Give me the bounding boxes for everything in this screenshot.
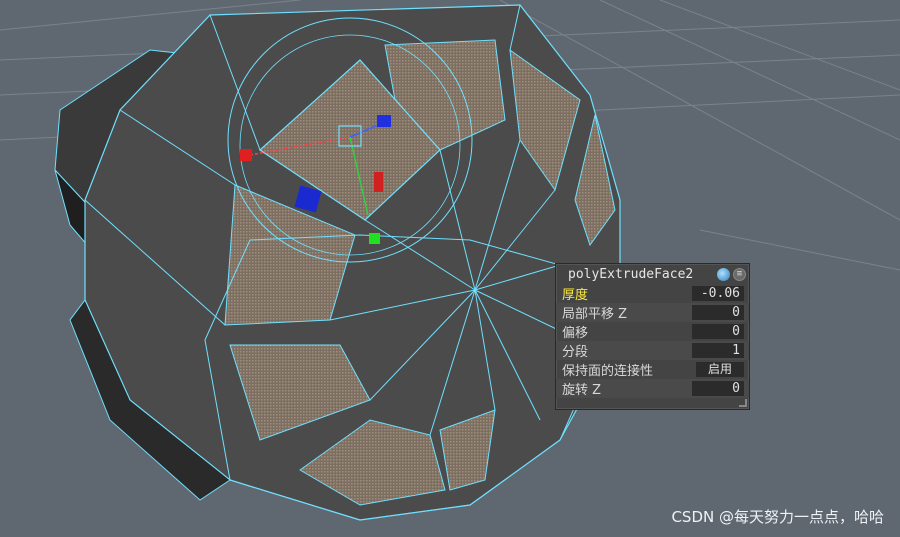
node-icon[interactable] <box>717 267 730 281</box>
attr-label: 保持面的连接性 <box>562 364 654 379</box>
3d-viewport[interactable] <box>0 0 900 537</box>
resize-grip[interactable] <box>739 399 747 407</box>
attr-value-field[interactable]: 1 <box>692 343 744 358</box>
attr-value-field[interactable]: -0.06 <box>692 286 744 301</box>
attr-value-field[interactable]: 0 <box>692 381 744 396</box>
z-axis-handle[interactable] <box>377 115 391 127</box>
panel-header: polyExtrudeFace2 ≡ <box>556 264 749 284</box>
attr-label: 分段 <box>562 345 589 360</box>
attr-row-rotate-z[interactable]: 旋转 Z 0 <box>556 379 749 398</box>
attr-row-offset[interactable]: 偏移 0 <box>556 322 749 341</box>
attr-label: 厚度 <box>562 288 589 303</box>
menu-icon[interactable]: ≡ <box>733 267 746 281</box>
attr-row-local-translate-z[interactable]: 局部平移 Z 0 <box>556 303 749 322</box>
attr-label: 旋转 Z <box>562 383 602 398</box>
watermark: CSDN @每天努力一点点，哈哈 <box>671 508 884 526</box>
attr-value-field[interactable]: 0 <box>692 324 744 339</box>
attr-label: 偏移 <box>562 326 589 341</box>
panel-title: polyExtrudeFace2 <box>568 266 694 282</box>
attr-row-keep-faces-together[interactable]: 保持面的连接性 启用 <box>556 360 749 379</box>
y-axis-handle[interactable] <box>369 233 380 244</box>
attr-value-field[interactable]: 0 <box>692 305 744 320</box>
x-axis-handle[interactable] <box>240 149 252 161</box>
in-view-editor-panel[interactable]: polyExtrudeFace2 ≡ 厚度 -0.06 局部平移 Z 0 偏移 … <box>555 263 750 410</box>
attr-toggle-button[interactable]: 启用 <box>696 362 744 377</box>
attr-label: 局部平移 Z <box>562 307 628 322</box>
attr-row-thickness[interactable]: 厚度 -0.06 <box>556 284 749 303</box>
rotate-handle[interactable] <box>374 172 383 192</box>
attr-row-divisions[interactable]: 分段 1 <box>556 341 749 360</box>
